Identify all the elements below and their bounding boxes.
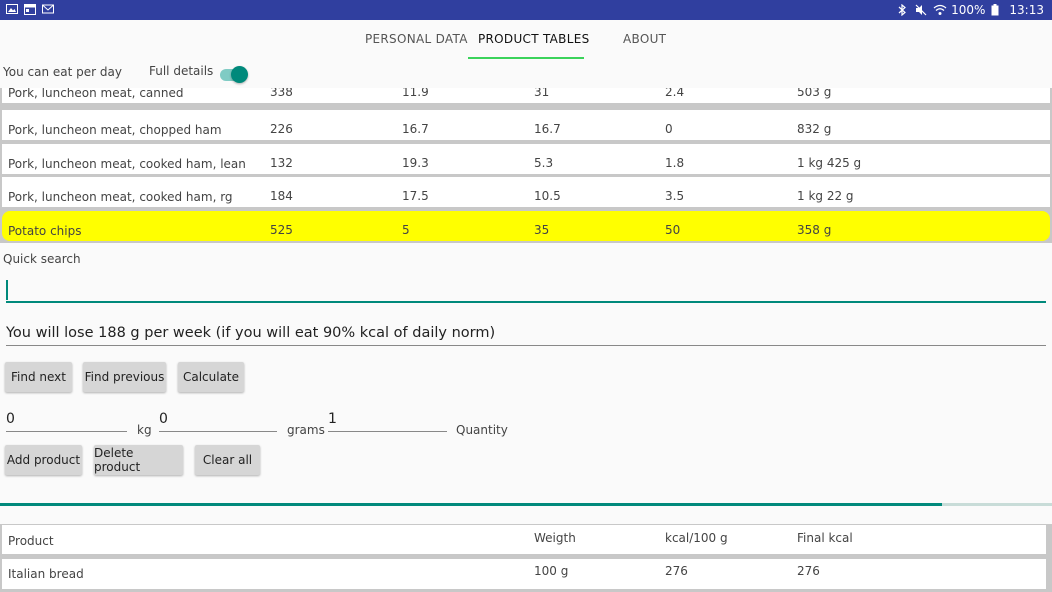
product-amount: 358 g — [797, 223, 832, 237]
product-protein: 5 — [402, 223, 410, 237]
product-table[interactable]: Pork, luncheon meat, canned 338 11.9 31 … — [0, 88, 1052, 243]
product-fat: 16.7 — [534, 122, 561, 136]
tab-about[interactable]: ABOUT — [623, 32, 666, 46]
text-cursor — [6, 280, 8, 300]
find-previous-button[interactable]: Find previous — [83, 362, 166, 392]
clear-all-button[interactable]: Clear all — [195, 445, 260, 475]
table-row[interactable]: Pork, luncheon meat, cooked ham, lean 13… — [2, 144, 1050, 174]
product-carbs: 3.5 — [665, 189, 685, 203]
table-row[interactable]: Pork, luncheon meat, chopped ham 226 16.… — [2, 110, 1050, 140]
product-fat: 10.5 — [534, 189, 561, 203]
selected-product-weight: 100 g — [534, 564, 569, 578]
toggle-thumb — [231, 66, 248, 83]
header-weight: Weigth — [534, 531, 576, 545]
header-kcal100: kcal/100 g — [665, 531, 728, 545]
product-protein: 11.9 — [402, 88, 429, 99]
grams-input-line — [159, 431, 277, 432]
grams-label: grams — [287, 423, 325, 437]
selected-product-name: Italian bread — [8, 567, 84, 581]
quick-search-label: Quick search — [3, 252, 81, 266]
tab-personal-data[interactable]: PERSONAL DATA — [365, 32, 468, 46]
clock: 13:13 — [1009, 3, 1044, 17]
header-final-kcal: Final kcal — [797, 531, 853, 545]
full-details-toggle[interactable] — [220, 66, 248, 83]
table-row-selected[interactable]: Potato chips 525 5 35 50 358 g — [2, 211, 1050, 241]
product-name: Pork, luncheon meat, cooked ham, rg — [8, 190, 233, 204]
product-name: Potato chips — [8, 224, 82, 238]
tab-product-tables[interactable]: PRODUCT TABLES — [478, 32, 590, 46]
product-carbs: 0 — [665, 122, 673, 136]
product-kcal: 132 — [270, 156, 293, 170]
status-bar: 100% 13:13 — [0, 0, 1052, 20]
product-carbs: 50 — [665, 223, 681, 237]
kg-input-line — [6, 431, 127, 432]
product-kcal: 226 — [270, 122, 293, 136]
product-kcal: 338 — [270, 88, 293, 99]
selected-product-kcal100: 276 — [665, 564, 688, 578]
kg-label: kg — [137, 423, 152, 437]
gmail-icon — [42, 3, 54, 15]
product-kcal: 184 — [270, 189, 293, 203]
selected-products-table: Product Weigth kcal/100 g Final kcal Ita… — [0, 524, 1052, 592]
top-bar: You can eat per day Full details — [0, 60, 1052, 88]
battery-icon — [991, 4, 1003, 16]
daily-progress-bar — [0, 503, 942, 506]
calculate-button[interactable]: Calculate — [178, 362, 244, 392]
add-product-button[interactable]: Add product — [5, 445, 82, 475]
product-amount: 1 kg 425 g — [797, 156, 862, 170]
product-amount: 1 kg 22 g — [797, 189, 854, 203]
selected-product-final: 276 — [797, 564, 820, 578]
product-fat: 5.3 — [534, 156, 554, 170]
table-row[interactable]: Pork, luncheon meat, cooked ham, rg 184 … — [2, 177, 1050, 207]
full-details-label: Full details — [149, 64, 214, 78]
quantity-input-line — [328, 431, 447, 432]
tab-indicator — [468, 57, 584, 59]
product-protein: 19.3 — [402, 156, 429, 170]
mute-icon — [915, 4, 927, 16]
kg-input[interactable]: 0 — [6, 411, 15, 427]
calendar-icon — [24, 3, 36, 15]
product-name: Pork, luncheon meat, canned — [8, 88, 184, 100]
product-amount: 832 g — [797, 122, 832, 136]
tab-bar: PERSONAL DATA PRODUCT TABLES ABOUT — [0, 20, 1052, 60]
product-carbs: 2.4 — [665, 88, 685, 99]
bluetooth-icon — [897, 3, 909, 17]
table-header-row: Product Weigth kcal/100 g Final kcal — [2, 525, 1046, 554]
grams-input[interactable]: 0 — [159, 411, 168, 427]
delete-product-button[interactable]: Delete product — [94, 445, 183, 475]
result-text: You will lose 188 g per week (if you wil… — [6, 325, 496, 341]
product-amount: 503 g — [797, 88, 832, 99]
header-product: Product — [8, 534, 54, 548]
quick-search-input[interactable] — [6, 301, 1046, 303]
table-row[interactable]: Pork, luncheon meat, canned 338 11.9 31 … — [2, 88, 1050, 103]
product-protein: 16.7 — [402, 122, 429, 136]
product-name: Pork, luncheon meat, cooked ham, lean — [8, 157, 246, 171]
result-divider — [6, 345, 1046, 346]
image-icon — [6, 3, 18, 15]
battery-percent: 100% — [951, 3, 986, 17]
product-fat: 31 — [534, 88, 550, 99]
product-protein: 17.5 — [402, 189, 429, 203]
product-name: Pork, luncheon meat, chopped ham — [8, 123, 222, 137]
quantity-label: Quantity — [456, 423, 508, 437]
product-fat: 35 — [534, 223, 550, 237]
product-carbs: 1.8 — [665, 156, 685, 170]
table-row[interactable]: Italian bread 100 g 276 276 — [2, 559, 1046, 589]
product-kcal: 525 — [270, 223, 293, 237]
quantity-input[interactable]: 1 — [328, 411, 337, 427]
eat-per-day-label: You can eat per day — [3, 65, 122, 79]
wifi-icon — [933, 4, 947, 16]
find-next-button[interactable]: Find next — [5, 362, 72, 392]
